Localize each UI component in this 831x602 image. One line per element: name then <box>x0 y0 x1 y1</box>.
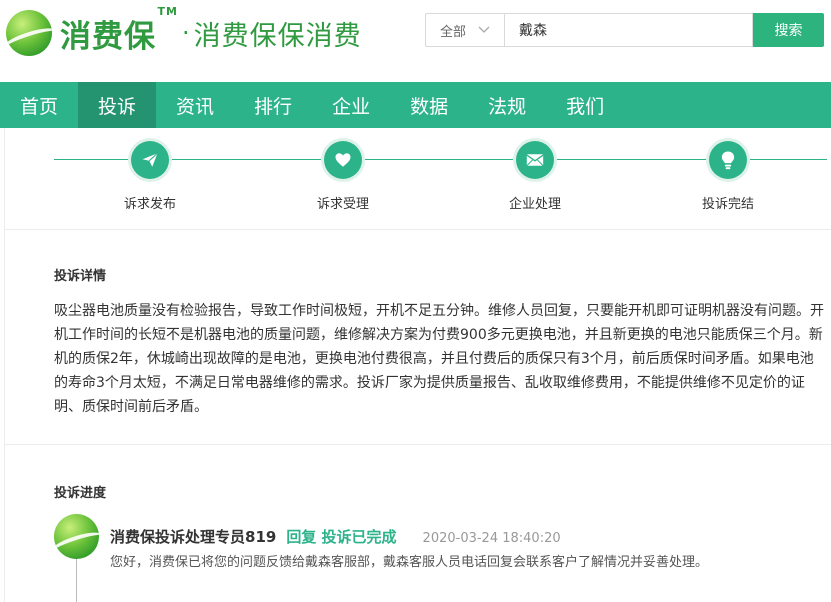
step-accepted: 诉求受理 <box>283 141 403 212</box>
step-submitted: 诉求发布 <box>90 141 210 212</box>
nav-item-complaints[interactable]: 投诉 <box>78 82 157 128</box>
details-title: 投诉详情 <box>54 269 107 284</box>
heart-icon <box>324 141 362 179</box>
chevron-down-icon <box>478 23 490 37</box>
logo-slogan: 消费保保消费 <box>193 20 362 52</box>
step-company-handling: 企业处理 <box>475 141 595 212</box>
progress-entry-header: 消费保投诉处理专员819 回复 投诉已完成 2020-03-24 18:40:2… <box>110 526 561 547</box>
header: 消费保 TM · 消费保保消费 全部 搜索 <box>0 0 831 82</box>
nav-item-companies[interactable]: 企业 <box>312 82 390 128</box>
avatar <box>54 514 99 559</box>
nav-item-about[interactable]: 我们 <box>546 82 624 128</box>
paper-plane-icon <box>131 141 169 179</box>
nav-item-home[interactable]: 首页 <box>0 82 78 128</box>
handler-name: 消费保投诉处理专员819 <box>110 528 277 546</box>
logo[interactable]: 消费保 TM · 消费保保消费 <box>6 5 362 56</box>
nav-item-data[interactable]: 数据 <box>390 82 468 128</box>
progress-entry-text: 您好，消费保已将您的问题反馈给戴森客服部，戴森客服人员电话回复会联系客户了解情况… <box>110 555 709 570</box>
logo-globe-icon <box>6 10 52 56</box>
complaint-progress-steps: 诉求发布 诉求受理 企业处理 投诉完结 <box>4 128 831 230</box>
lightbulb-icon <box>709 141 747 179</box>
step-completed: 投诉完结 <box>668 141 788 212</box>
search-scope-select[interactable]: 全部 <box>425 13 504 47</box>
content-left-border <box>4 128 5 602</box>
step-label: 投诉完结 <box>701 197 754 212</box>
logo-text: 消费保 TM <box>60 5 177 56</box>
nav-item-regulations[interactable]: 法规 <box>468 82 546 128</box>
step-label: 企业处理 <box>508 197 561 212</box>
step-label: 诉求发布 <box>123 197 176 212</box>
logo-separator: · <box>182 19 190 47</box>
nav-item-ranking[interactable]: 排行 <box>234 82 312 128</box>
status-badge: 回复 投诉已完成 <box>286 528 397 546</box>
timestamp: 2020-03-24 18:40:20 <box>422 531 561 546</box>
main-nav: 首页 投诉 资讯 排行 企业 数据 法规 我们 <box>0 82 831 128</box>
timeline-line <box>76 559 77 602</box>
search-button[interactable]: 搜索 <box>753 13 824 47</box>
progress-title: 投诉进度 <box>54 486 107 501</box>
nav-item-news[interactable]: 资讯 <box>156 82 234 128</box>
search-input[interactable] <box>504 13 753 47</box>
search-bar: 全部 搜索 <box>425 13 824 47</box>
logo-wordmark: 消费保 <box>60 18 156 55</box>
mail-icon <box>516 141 554 179</box>
complaint-detail-text: 吸尘器电池质量没有检验报告，导致工作时间极短，开机不足五分钟。维修人员回复，只要… <box>54 303 824 415</box>
divider <box>4 229 831 230</box>
divider <box>4 444 831 445</box>
logo-trademark: TM <box>157 4 178 18</box>
search-scope-value: 全部 <box>440 24 467 40</box>
step-label: 诉求受理 <box>316 197 369 212</box>
